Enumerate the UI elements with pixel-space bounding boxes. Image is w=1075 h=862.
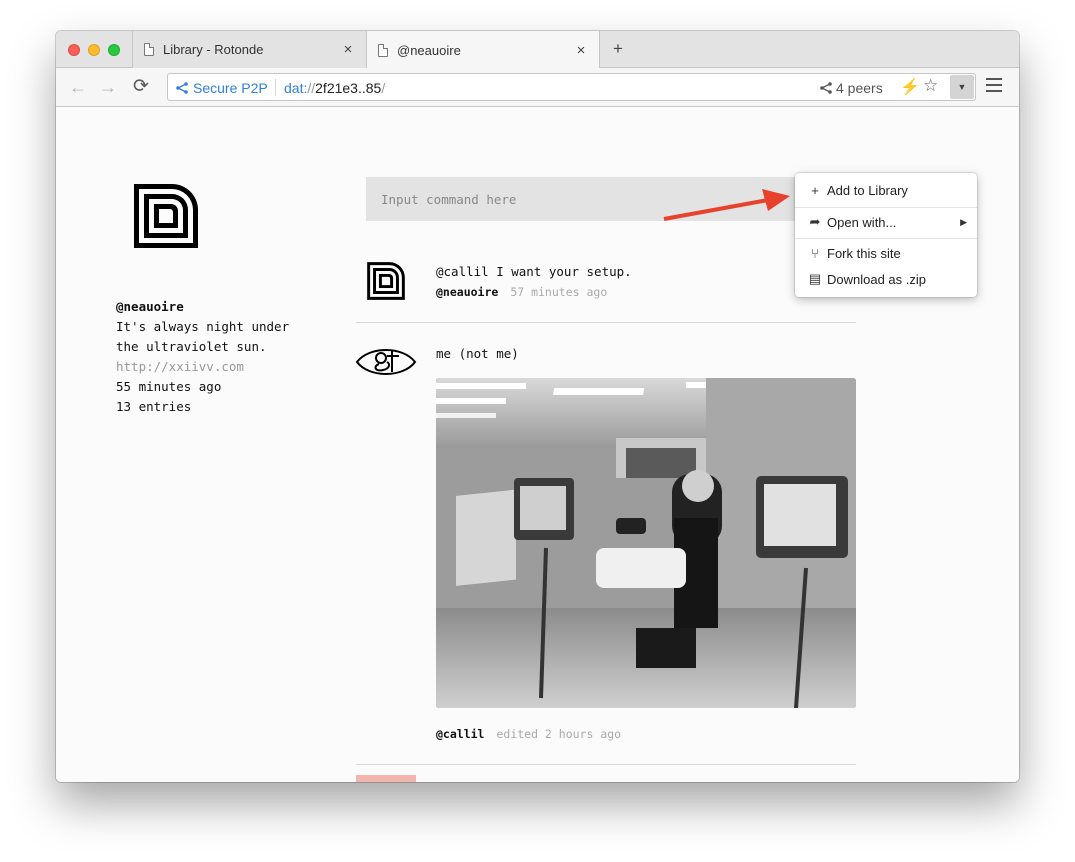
menu-item-label: Download as .zip xyxy=(827,271,926,287)
profile-info: @neauoire It's always night under the ul… xyxy=(116,297,289,417)
share-icon xyxy=(820,82,832,94)
site-dropdown-menu: + Add to Library ➦ Open with... ▶ ⑂ Fork… xyxy=(795,173,977,297)
reload-icon[interactable]: ⟳ xyxy=(130,76,152,98)
office-photo-image xyxy=(436,378,856,708)
entry-text: me (not me) xyxy=(436,346,519,361)
secure-p2p-indicator[interactable]: Secure P2P xyxy=(176,80,268,96)
profile-name: @neauoire xyxy=(116,299,184,314)
page-content: @neauoire It's always night under the ul… xyxy=(56,107,1019,782)
menu-item-fork-site[interactable]: ⑂ Fork this site xyxy=(795,240,977,266)
tab-close-icon[interactable]: × xyxy=(573,42,589,59)
profile-bio-line: the ultraviolet sun. xyxy=(116,339,267,354)
neauoire-avatar[interactable] xyxy=(366,261,406,301)
fork-icon: ⑂ xyxy=(811,245,819,261)
entry-timestamp: edited 2 hours ago xyxy=(496,727,622,741)
hamburger-menu-icon[interactable] xyxy=(986,78,1002,96)
url-host: 2f21e3..85 xyxy=(315,80,382,96)
menu-item-label: Add to Library xyxy=(827,182,908,198)
annotation-arrow-icon xyxy=(663,189,790,221)
tab-neauoire[interactable]: @neauoire × xyxy=(366,31,600,69)
menu-separator xyxy=(795,238,977,239)
entry-meta: @neauoire 57 minutes ago xyxy=(436,285,607,299)
menu-item-label: Open with... xyxy=(827,214,897,230)
url-path: / xyxy=(381,80,386,96)
tab-close-icon[interactable]: × xyxy=(340,41,356,58)
page-icon xyxy=(378,43,388,57)
callil-avatar[interactable] xyxy=(355,344,417,380)
file-zip-icon: ▤ xyxy=(808,271,822,286)
entry-photo[interactable] xyxy=(436,378,856,708)
menu-item-label: Fork this site xyxy=(827,245,901,261)
tab-title: Library - Rotonde xyxy=(163,42,264,57)
maximize-window-button[interactable] xyxy=(108,44,120,56)
entry-author-link[interactable]: @callil xyxy=(436,727,484,741)
url-separator xyxy=(275,79,276,96)
menu-item-add-to-library[interactable]: + Add to Library xyxy=(795,177,977,203)
profile-entries-count: 13 entries xyxy=(116,399,192,414)
share-arrow-icon: ➦ xyxy=(809,214,821,229)
menu-item-open-with[interactable]: ➦ Open with... ▶ xyxy=(795,209,977,235)
profile-url-link[interactable]: http://xxiivv.com xyxy=(116,357,289,377)
url-bar[interactable]: Secure P2P dat://2f21e3..85/ 4 peers ⚡ ☆… xyxy=(167,73,976,101)
entry-divider xyxy=(356,764,856,765)
browser-window: Library - Rotonde × @neauoire × + ← → ⟳ … xyxy=(56,31,1019,782)
back-icon[interactable]: ← xyxy=(67,76,89,98)
tab-library-rotonde[interactable]: Library - Rotonde × xyxy=(132,31,366,68)
peers-count: 4 peers xyxy=(836,80,883,96)
minimize-window-button[interactable] xyxy=(88,44,100,56)
entry-timestamp: 57 minutes ago xyxy=(510,285,608,299)
page-icon xyxy=(144,43,154,56)
profile-updated: 55 minutes ago xyxy=(116,379,222,394)
entry-divider xyxy=(356,322,856,323)
url-slashes: // xyxy=(307,80,316,96)
window-controls xyxy=(68,44,120,56)
menu-separator xyxy=(795,207,977,208)
bolt-icon[interactable]: ⚡ xyxy=(900,77,920,97)
url-text[interactable]: dat://2f21e3..85/ xyxy=(284,80,385,96)
peers-indicator[interactable]: 4 peers xyxy=(820,80,883,96)
submenu-arrow-icon: ▶ xyxy=(960,216,967,227)
new-tab-button[interactable]: + xyxy=(609,39,627,59)
secure-label: Secure P2P xyxy=(193,80,268,96)
neauoire-logo xyxy=(134,184,198,248)
plus-icon: + xyxy=(811,182,819,198)
entry-meta: @callil edited 2 hours ago xyxy=(436,727,621,741)
entry-author-link[interactable]: @neauoire xyxy=(436,285,498,299)
toolbar: ← → ⟳ Secure P2P dat://2f21e3..85/ 4 pee xyxy=(56,68,1019,107)
forward-icon[interactable]: → xyxy=(97,76,119,98)
profile-bio-line: It's always night under xyxy=(116,319,290,334)
entry-text: @callil I want your setup. xyxy=(436,264,632,279)
tab-title: @neauoire xyxy=(397,42,461,58)
star-icon[interactable]: ☆ xyxy=(923,76,938,96)
url-scheme: dat: xyxy=(284,80,308,96)
share-icon xyxy=(176,82,188,94)
site-menu-toggle[interactable]: ▼ xyxy=(950,75,974,99)
tab-strip: Library - Rotonde × @neauoire × + xyxy=(56,31,1019,69)
close-window-button[interactable] xyxy=(68,44,80,56)
next-entry-avatar xyxy=(356,775,416,782)
menu-item-download-zip[interactable]: ▤ Download as .zip xyxy=(795,266,977,292)
